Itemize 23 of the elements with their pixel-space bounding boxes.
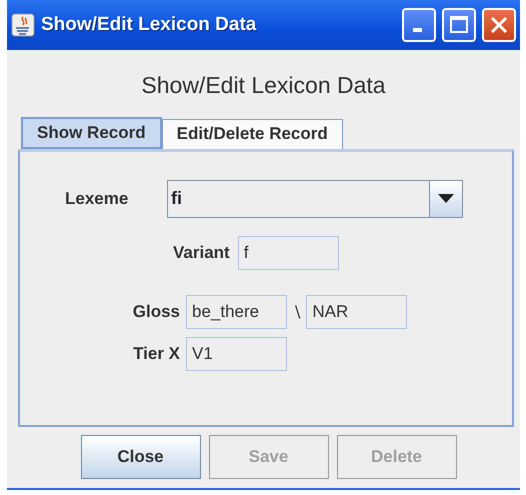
tier-field[interactable]: V1	[186, 336, 287, 370]
field-label: Gloss	[132, 300, 181, 323]
close-button[interactable]	[482, 8, 516, 42]
minimize-icon	[413, 28, 422, 32]
separator-text: \	[295, 300, 300, 322]
caret-icon	[438, 194, 454, 203]
dialog-button[interactable]: Close	[80, 434, 200, 478]
dialog-heading: Show/Edit Lexicon Data	[140, 71, 387, 100]
field-label: Lexeme	[65, 188, 130, 210]
maximize-icon	[449, 15, 469, 35]
field-label: Variant	[173, 242, 230, 264]
gloss-field[interactable]: NAR	[306, 294, 408, 328]
lexeme-dropdown[interactable]: fi	[167, 180, 463, 218]
close-icon	[489, 15, 509, 35]
java-cup-icon	[11, 13, 35, 37]
maximize-button[interactable]	[442, 8, 476, 42]
variant-field[interactable]: f	[238, 236, 339, 270]
tab[interactable]: Edit/Delete Record	[162, 118, 343, 148]
minimize-button[interactable]	[402, 8, 436, 42]
window-title: Show/Edit Lexicon Data	[41, 12, 258, 37]
field-label: Tier X	[132, 342, 181, 365]
tab[interactable]: Show Record	[21, 116, 162, 148]
gloss-field[interactable]: be_there	[186, 294, 287, 328]
